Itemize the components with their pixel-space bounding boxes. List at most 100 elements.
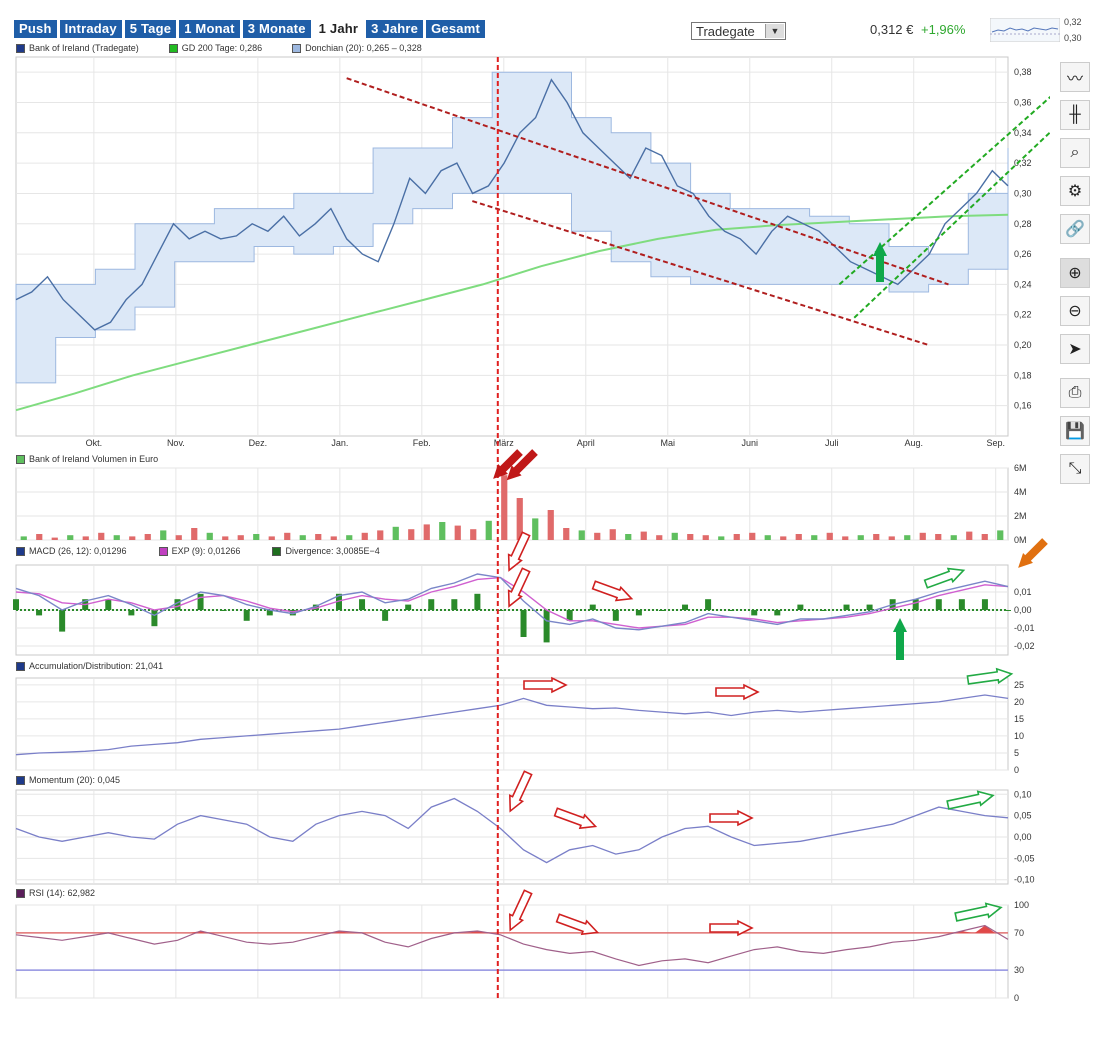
divergence-bar xyxy=(105,599,112,610)
divergence-bar xyxy=(197,593,204,610)
price-ytick-label: 0,28 xyxy=(1014,219,1032,229)
month-label: Okt. xyxy=(86,438,103,448)
volume-bar xyxy=(144,534,151,540)
volume-bar xyxy=(423,524,430,540)
divergence-bar xyxy=(59,610,66,632)
divergence-bar xyxy=(151,610,158,627)
save-icon[interactable]: 💾 xyxy=(1060,416,1090,446)
price-ytick-label: 0,18 xyxy=(1014,370,1032,380)
volume-bar xyxy=(268,536,275,540)
ad-ytick-label: 5 xyxy=(1014,748,1019,758)
month-label: Nov. xyxy=(167,438,185,448)
settings-icon[interactable]: ⚙ xyxy=(1060,176,1090,206)
month-label: Juli xyxy=(825,438,839,448)
volume-bar xyxy=(904,535,911,540)
volume-bar xyxy=(563,528,570,540)
month-label: Aug. xyxy=(904,438,923,448)
month-label: Dez. xyxy=(249,438,268,448)
zoom-in-icon[interactable]: ⊕ xyxy=(1060,258,1090,288)
price-ytick-label: 0,34 xyxy=(1014,128,1032,138)
divergence-bar xyxy=(428,599,435,610)
rsi-ytick-label: 100 xyxy=(1014,900,1029,910)
volume-ytick-label: 0M xyxy=(1014,535,1027,545)
indicator-icon[interactable]: ⌕ xyxy=(1060,138,1090,168)
month-label: April xyxy=(577,438,595,448)
price-ytick-label: 0,20 xyxy=(1014,340,1032,350)
divergence-bar xyxy=(359,599,366,610)
line-chart-icon[interactable]: 〰 xyxy=(1060,62,1090,92)
volume-bar xyxy=(625,534,632,540)
volume-bar xyxy=(113,535,120,540)
volume-bar xyxy=(764,535,771,540)
volume-bar xyxy=(408,529,415,540)
volume-bar xyxy=(439,522,446,540)
volume-bar xyxy=(284,532,291,540)
volume-bar xyxy=(392,526,399,540)
volume-bar xyxy=(547,510,554,540)
volume-bar xyxy=(454,525,461,540)
volume-bar xyxy=(749,532,756,540)
momentum-ytick-label: 0,10 xyxy=(1014,789,1032,799)
volume-bar xyxy=(966,531,973,540)
momentum-ytick-label: -0,10 xyxy=(1014,875,1035,885)
divergence-bar xyxy=(981,599,988,610)
volume-ytick-label: 4M xyxy=(1014,487,1027,497)
divergence-bar xyxy=(474,593,481,610)
ad-ytick-label: 10 xyxy=(1014,731,1024,741)
volume-bar xyxy=(935,534,942,540)
volume-bar xyxy=(51,537,58,540)
volume-bar xyxy=(609,529,616,540)
volume-bar xyxy=(795,534,802,540)
volume-bar xyxy=(656,535,663,540)
volume-bar xyxy=(191,528,198,540)
month-label: Sep. xyxy=(986,438,1005,448)
ad-ytick-label: 0 xyxy=(1014,765,1019,775)
macd-ytick-label: 0,01 xyxy=(1014,587,1032,597)
mini-chart-label-top: 0,32 xyxy=(1064,17,1082,27)
volume-ytick-label: 2M xyxy=(1014,511,1027,521)
volume-bar xyxy=(594,532,601,540)
volume-bar xyxy=(733,534,740,540)
volume-bar xyxy=(780,536,787,540)
pointer-icon[interactable]: ➤ xyxy=(1060,334,1090,364)
zoom-out-icon[interactable]: ⊖ xyxy=(1060,296,1090,326)
volume-bar xyxy=(299,535,306,540)
rsi-ytick-label: 0 xyxy=(1014,993,1019,1003)
divergence-bar xyxy=(958,599,965,610)
fullscreen-icon[interactable]: ⤡ xyxy=(1060,454,1090,484)
mini-chart-label-bottom: 0,30 xyxy=(1064,33,1082,43)
price-ytick-label: 0,16 xyxy=(1014,401,1032,411)
momentum-ytick-label: 0,05 xyxy=(1014,811,1032,821)
divergence-bar xyxy=(705,599,712,610)
volume-bar xyxy=(98,532,105,540)
rsi-ytick-label: 30 xyxy=(1014,965,1024,975)
divergence-bar xyxy=(543,610,550,643)
month-label: Jan. xyxy=(331,438,348,448)
volume-bar xyxy=(501,475,508,540)
divergence-bar xyxy=(451,599,458,610)
volume-bar xyxy=(20,536,27,540)
month-label: Mai xyxy=(661,438,676,448)
divergence-bar xyxy=(520,610,527,637)
volume-bar xyxy=(485,520,492,540)
volume-bar xyxy=(888,536,895,540)
stock-chart[interactable]: 0,160,180,200,220,240,260,280,300,320,34… xyxy=(0,0,1050,1010)
ad-ytick-label: 15 xyxy=(1014,714,1024,724)
volume-bar xyxy=(718,536,725,540)
volume-bar xyxy=(873,534,880,540)
volume-bar xyxy=(842,536,849,540)
volume-bar xyxy=(160,530,167,540)
volume-bar xyxy=(253,534,260,540)
volume-bar xyxy=(826,532,833,540)
volume-bar xyxy=(129,536,136,540)
divergence-bar xyxy=(13,599,19,610)
divergence-bar xyxy=(912,599,919,610)
print-icon[interactable]: ⎙ xyxy=(1060,378,1090,408)
volume-bar xyxy=(671,532,678,540)
volume-bar xyxy=(222,536,229,540)
ohlc-chart-icon[interactable]: ╫ xyxy=(1060,100,1090,130)
link-icon[interactable]: 🔗 xyxy=(1060,214,1090,244)
volume-bar xyxy=(237,535,244,540)
macd-ytick-label: 0,00 xyxy=(1014,605,1032,615)
divergence-bar xyxy=(382,610,389,621)
